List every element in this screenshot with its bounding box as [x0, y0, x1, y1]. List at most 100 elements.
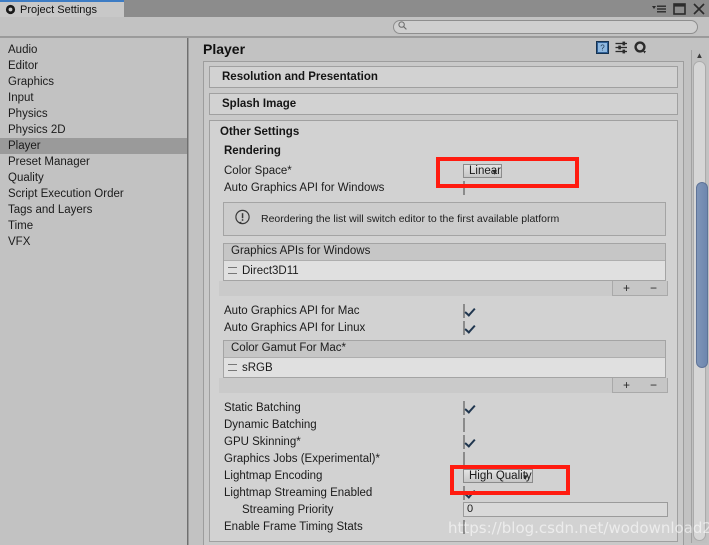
sidebar-item-player[interactable]: Player — [0, 138, 187, 154]
auto-graphics-api-windows-checkbox-wrap — [463, 180, 465, 195]
subsection-rendering-label: Rendering — [224, 145, 281, 157]
auto-graphics-api-linux-checkbox-wrap — [463, 320, 465, 335]
graphics-apis-windows-buttons: + − — [612, 281, 668, 296]
project-settings-window: Project Settings Audio Editor Graphics I… — [0, 0, 709, 545]
row-auto-graphics-api-mac: Auto Graphics API for Mac — [224, 302, 668, 319]
scrollbar-thumb[interactable] — [696, 182, 708, 368]
list-item[interactable]: Direct3D11 — [224, 261, 665, 280]
sidebar-item-tags-and-layers[interactable]: Tags and Layers — [0, 202, 187, 218]
drag-handle-icon[interactable] — [228, 364, 237, 371]
sidebar-item-label: Quality — [8, 172, 44, 184]
row-streaming-priority: Streaming Priority 0 — [224, 501, 668, 518]
gpu-skinning-checkbox-wrap — [463, 434, 465, 449]
sidebar-item-vfx[interactable]: VFX — [0, 234, 187, 250]
sidebar-item-label: Input — [8, 92, 34, 104]
graphics-apis-windows-footer: + − — [219, 281, 668, 296]
graphics-jobs-checkbox[interactable] — [463, 451, 465, 466]
page-title: Player — [203, 41, 246, 57]
sidebar-item-quality[interactable]: Quality — [0, 170, 187, 186]
sidebar-item-preset-manager[interactable]: Preset Manager — [0, 154, 187, 170]
foldout-splash-image[interactable]: Splash Image — [209, 93, 678, 115]
help-book-icon[interactable]: ? — [596, 41, 609, 54]
lightmap-streaming-checkbox-wrap — [463, 485, 465, 500]
auto-graphics-api-mac-checkbox[interactable] — [463, 303, 465, 318]
drag-handle-icon[interactable] — [228, 267, 237, 274]
lightmap-streaming-checkbox[interactable] — [463, 485, 465, 500]
remove-button[interactable]: − — [650, 282, 657, 294]
sidebar-item-audio[interactable]: Audio — [0, 42, 187, 58]
add-button[interactable]: + — [623, 379, 630, 391]
row-lightmap-streaming-enabled: Lightmap Streaming Enabled — [224, 484, 668, 501]
streaming-priority-label: Streaming Priority — [242, 503, 334, 516]
window-controls — [652, 1, 705, 16]
search-input[interactable] — [410, 21, 685, 33]
sidebar-item-label: Player — [8, 140, 41, 152]
scroll-up-arrow-icon[interactable]: ▲ — [692, 51, 707, 60]
sidebar-item-label: VFX — [8, 236, 31, 248]
auto-graphics-api-windows-checkbox[interactable] — [463, 180, 465, 195]
tab-project-settings[interactable]: Project Settings — [0, 0, 124, 17]
menu-icon[interactable] — [652, 4, 666, 14]
preset-icon[interactable] — [615, 41, 628, 54]
row-auto-graphics-api-linux: Auto Graphics API for Linux — [224, 319, 668, 336]
color-space-dropdown[interactable]: Linear ▾ — [463, 163, 502, 178]
settings-category-list: Audio Editor Graphics Input Physics Phys… — [0, 38, 188, 545]
sidebar-item-label: Physics 2D — [8, 124, 66, 136]
foldout-resolution-and-presentation[interactable]: Resolution and Presentation — [209, 66, 678, 88]
frame-timing-stats-checkbox[interactable] — [463, 519, 465, 534]
inspector-body: Resolution and Presentation Splash Image… — [203, 61, 684, 545]
remove-button[interactable]: − — [650, 379, 657, 391]
streaming-priority-input[interactable]: 0 — [463, 502, 668, 517]
row-color-space: Color Space* Linear ▾ — [224, 162, 668, 179]
chevron-updown-icon: ▾ — [492, 166, 497, 177]
foldout-label: Splash Image — [222, 98, 297, 110]
sidebar-item-physics-2d[interactable]: Physics 2D — [0, 122, 187, 138]
auto-graphics-api-linux-checkbox[interactable] — [463, 320, 465, 335]
player-settings-panel: Player ? Resolution and Presentation Spl… — [189, 38, 709, 545]
sidebar-item-label: Time — [8, 220, 34, 232]
sidebar-item-label: Graphics — [8, 76, 55, 88]
list-item[interactable]: sRGB — [224, 358, 665, 377]
auto-graphics-api-mac-label: Auto Graphics API for Mac — [224, 304, 360, 317]
lightmap-encoding-dropdown[interactable]: High Quality ▾ — [463, 468, 533, 483]
row-lightmap-encoding: Lightmap Encoding High Quality ▾ — [224, 467, 668, 484]
auto-graphics-api-linux-label: Auto Graphics API for Linux — [224, 321, 366, 334]
close-icon[interactable] — [693, 2, 705, 15]
window-tab-bar: Project Settings — [0, 0, 709, 17]
dynamic-batching-checkbox[interactable] — [463, 417, 465, 432]
dynamic-batching-checkbox-wrap — [463, 417, 465, 432]
streaming-priority-field-wrap: 0 — [463, 502, 668, 517]
scrollbar-track[interactable] — [693, 61, 708, 541]
sidebar-item-editor[interactable]: Editor — [0, 58, 187, 74]
tab-label: Project Settings — [20, 3, 98, 16]
gpu-skinning-checkbox[interactable] — [463, 434, 465, 449]
static-batching-label: Static Batching — [224, 401, 301, 414]
search-bar-row — [0, 17, 709, 37]
search-field[interactable] — [393, 20, 698, 34]
warning-icon — [234, 209, 251, 229]
frame-timing-stats-label: Enable Frame Timing Stats — [224, 520, 363, 533]
color-gamut-mac-list: Color Gamut For Mac* sRGB — [223, 340, 666, 378]
sidebar-item-label: Physics — [8, 108, 48, 120]
add-button[interactable]: + — [623, 282, 630, 294]
vertical-scrollbar[interactable]: ▲ — [691, 50, 708, 543]
sidebar-item-graphics[interactable]: Graphics — [0, 74, 187, 90]
sidebar-item-label: Tags and Layers — [8, 204, 93, 216]
sidebar-item-label: Script Execution Order — [8, 188, 124, 200]
row-enable-frame-timing-stats: Enable Frame Timing Stats — [224, 518, 668, 535]
gear-icon[interactable] — [634, 41, 647, 54]
sidebar-item-physics[interactable]: Physics — [0, 106, 187, 122]
sidebar-item-input[interactable]: Input — [0, 90, 187, 106]
row-gpu-skinning: GPU Skinning* — [224, 433, 668, 450]
reordering-warning-helpbox: Reordering the list will switch editor t… — [223, 202, 666, 236]
sidebar-item-time[interactable]: Time — [0, 218, 187, 234]
static-batching-checkbox[interactable] — [463, 400, 465, 415]
row-static-batching: Static Batching — [224, 399, 668, 416]
color-space-label: Color Space* — [224, 164, 292, 177]
graphics-jobs-label: Graphics Jobs (Experimental)* — [224, 452, 380, 465]
maximize-icon[interactable] — [673, 2, 686, 15]
sidebar-item-script-execution-order[interactable]: Script Execution Order — [0, 186, 187, 202]
color-space-dropdown-wrap: Linear ▾ — [463, 163, 502, 178]
foldout-label: Resolution and Presentation — [222, 71, 378, 83]
row-graphics-jobs: Graphics Jobs (Experimental)* — [224, 450, 668, 467]
